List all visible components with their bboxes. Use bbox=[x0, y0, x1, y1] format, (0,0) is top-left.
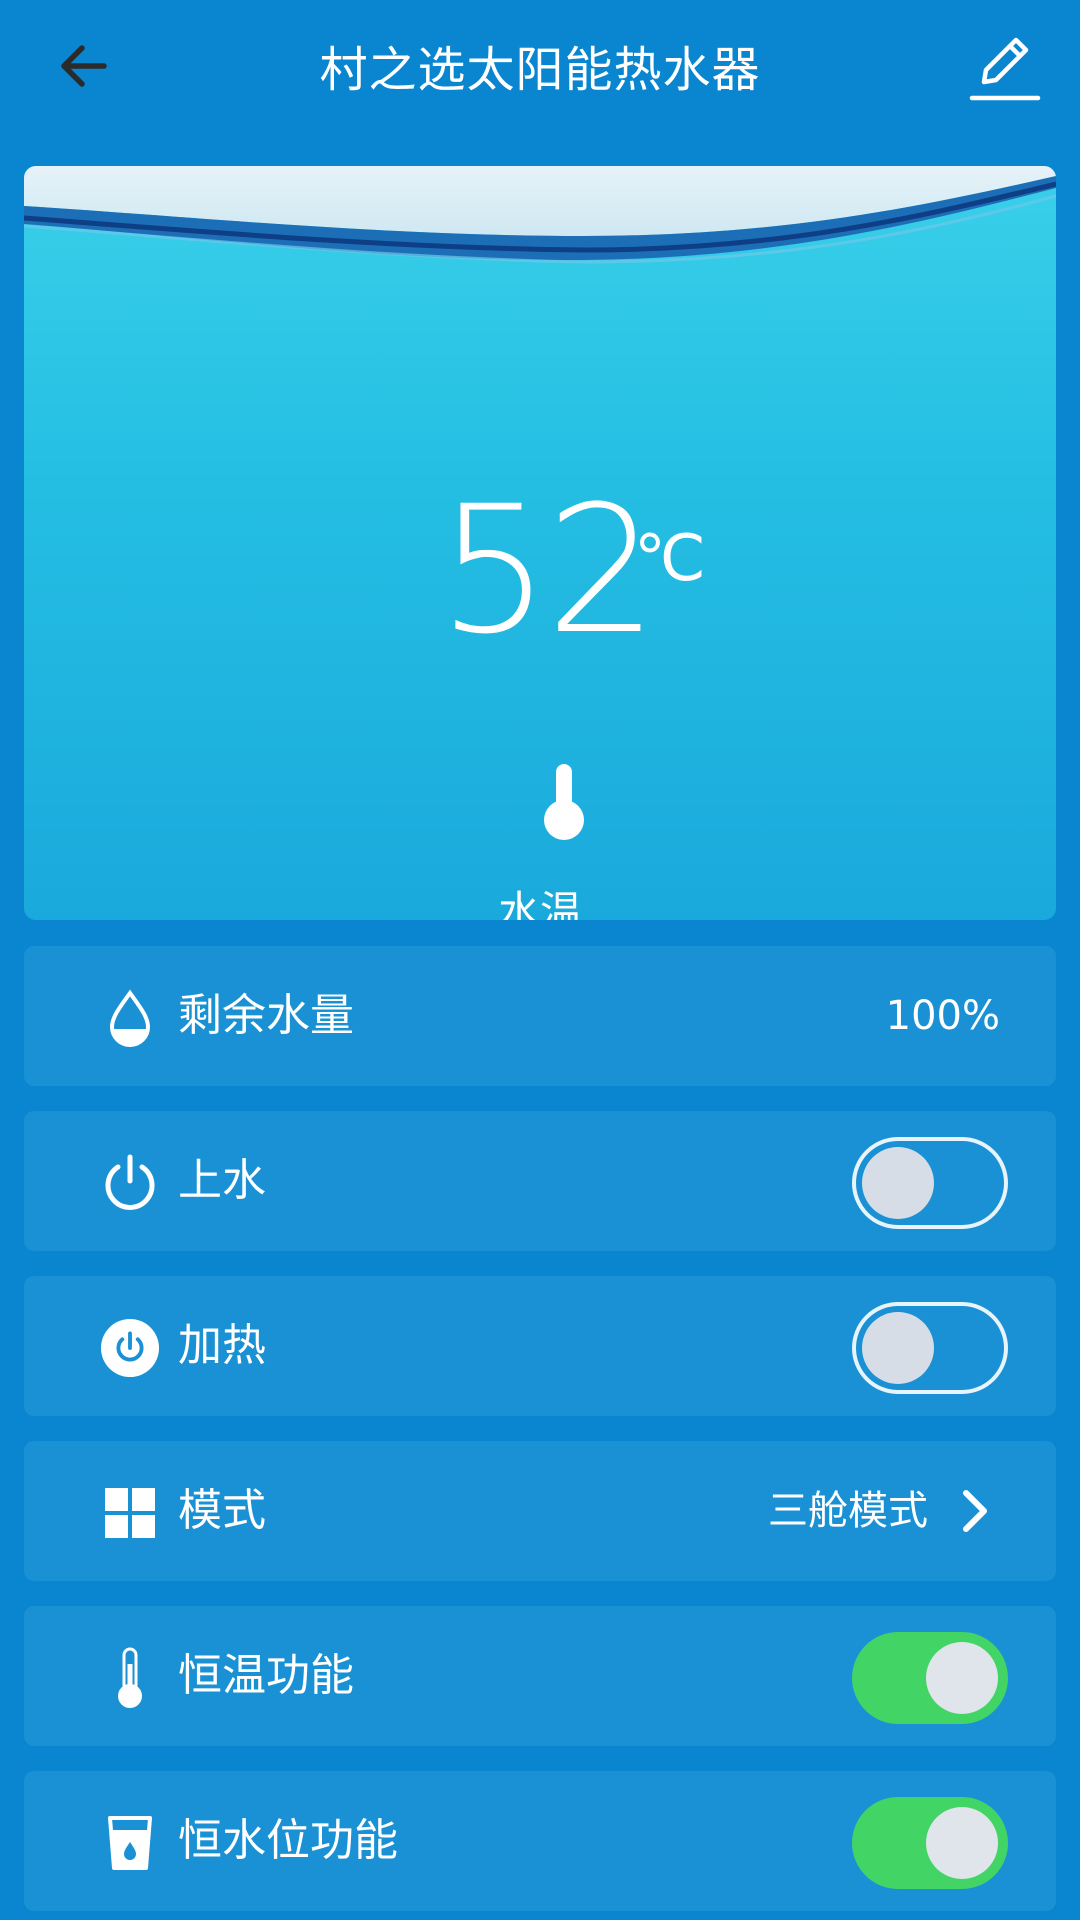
toggle-knob bbox=[926, 1642, 998, 1714]
arrow-left-icon bbox=[61, 45, 107, 87]
fill-water-toggle[interactable] bbox=[852, 1137, 1008, 1229]
water-temperature-card: 52 ℃ 水温 bbox=[24, 166, 1056, 920]
toggle-knob bbox=[862, 1147, 934, 1219]
row-label: 恒温功能 bbox=[178, 1650, 354, 1701]
water-surface-wave bbox=[24, 166, 1056, 264]
constant-level-toggle[interactable] bbox=[852, 1797, 1008, 1889]
row-label: 加热 bbox=[178, 1320, 266, 1371]
row-heating: 加热 bbox=[24, 1276, 1056, 1416]
temperature-unit: ℃ bbox=[634, 522, 706, 596]
page-title: 村之选太阳能热水器 bbox=[319, 42, 761, 98]
water-remaining-value: 100% bbox=[885, 993, 1000, 1039]
power-circle-icon bbox=[100, 1318, 160, 1378]
water-cup-icon bbox=[100, 1813, 160, 1873]
back-button[interactable] bbox=[48, 30, 120, 102]
pencil-icon bbox=[969, 37, 1041, 101]
water-temperature-label: 水温 bbox=[497, 887, 582, 920]
heating-toggle[interactable] bbox=[852, 1302, 1008, 1394]
thermometer-icon bbox=[544, 764, 584, 840]
row-label: 模式 bbox=[178, 1485, 266, 1536]
row-label: 上水 bbox=[178, 1155, 266, 1206]
edit-button[interactable] bbox=[964, 26, 1044, 106]
row-fill-water: 上水 bbox=[24, 1111, 1056, 1251]
toggle-knob bbox=[926, 1807, 998, 1879]
power-icon bbox=[100, 1153, 160, 1213]
row-constant-level: 恒水位功能 bbox=[24, 1771, 1056, 1911]
row-water-remaining: 剩余水量 100% bbox=[24, 946, 1056, 1086]
water-drop-icon bbox=[100, 988, 160, 1048]
chevron-right-icon bbox=[963, 1490, 987, 1532]
temperature-value: 52 bbox=[438, 468, 658, 673]
row-label: 恒水位功能 bbox=[178, 1815, 398, 1866]
thermometer-icon bbox=[100, 1647, 160, 1708]
grid-icon bbox=[100, 1483, 160, 1543]
constant-temp-toggle[interactable] bbox=[852, 1632, 1008, 1724]
toggle-knob bbox=[862, 1312, 934, 1384]
row-label: 剩余水量 bbox=[178, 990, 354, 1041]
row-constant-temp: 恒温功能 bbox=[24, 1606, 1056, 1746]
temperature-display: 52 ℃ bbox=[24, 468, 1056, 686]
row-mode[interactable]: 模式 三舱模式 bbox=[24, 1441, 1056, 1581]
app-header: 村之选太阳能热水器 bbox=[0, 0, 1080, 130]
mode-value: 三舱模式 bbox=[768, 1488, 928, 1534]
